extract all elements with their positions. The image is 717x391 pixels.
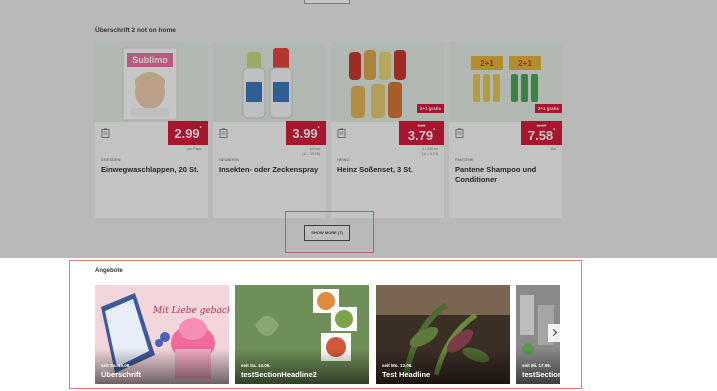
price-value: 2.99 xyxy=(174,126,200,141)
shopping-list-icon[interactable] xyxy=(337,128,346,138)
section-title: Überschrift 2 not on home xyxy=(95,27,176,34)
offer-card-2[interactable]: seit Sa. 14.06. testSectionHeadline2 xyxy=(235,285,369,384)
offer-card-3[interactable]: seit Mo. 13.06. Test Headline xyxy=(376,285,510,384)
washcloth-pack-image: Sublimo xyxy=(122,47,178,121)
price-suffix: * xyxy=(433,128,436,134)
product-card-1[interactable]: Sublimo 2.99* pro Pack. Dresden Einwegwa… xyxy=(95,42,208,218)
price-suffix: * xyxy=(199,126,202,132)
product-name[interactable]: Insekten- oder Zeckenspray xyxy=(219,165,323,175)
price-value: 7.58 xyxy=(527,128,554,143)
price-tag: 5.69 3.79* xyxy=(399,121,444,145)
promo-badge: 2+1 gratis xyxy=(416,104,444,113)
price-note: Set xyxy=(550,147,556,151)
price-tag: 2.99* xyxy=(168,121,208,145)
offer-headline: Test Headline xyxy=(382,370,431,379)
price-note: 100 ml (1l = 39.90) xyxy=(302,147,320,156)
carousel-next-arrow-icon[interactable] xyxy=(548,324,560,342)
product-image[interactable] xyxy=(213,42,326,122)
product-card-3[interactable]: 2+1 gratis 5.69 3.79* 3 x 220 ml (1l = 5.… xyxy=(331,42,444,218)
shopping-list-icon[interactable] xyxy=(455,128,464,138)
offer-date: seit Sa. 16.06. xyxy=(101,363,131,368)
promo-badge: 2+1 gratis xyxy=(534,104,562,113)
offer-date: seit Mo. 13.06. xyxy=(382,363,413,368)
offer-headline: Überschrift xyxy=(101,370,142,379)
shopping-list-icon[interactable] xyxy=(219,128,228,138)
svg-text:Mit Liebe gebacken: Mit Liebe gebacken xyxy=(152,306,229,316)
offer-headline: testSectionHeadline xyxy=(522,370,560,379)
price-tag: 3.99* xyxy=(286,121,326,145)
product-card-4[interactable]: 2+1 2+1 2+1 gratis 11.37 7.58* Set Pante… xyxy=(449,42,562,218)
product-section: Überschrift 2 not on home Sublimo 2.99* … xyxy=(0,0,717,258)
product-name[interactable]: Einwegwaschlappen, 20 St. xyxy=(101,165,205,175)
insect-spray-image xyxy=(242,48,293,119)
product-name[interactable]: Heinz Soßenset, 3 St. xyxy=(337,165,441,175)
product-name[interactable]: Pantene Shampoo und Conditioner xyxy=(455,165,559,185)
price-value: 3.79 xyxy=(407,128,434,143)
show-more-button[interactable]: SHOW MORE (7) xyxy=(304,225,350,241)
product-image[interactable]: Sublimo xyxy=(95,42,208,122)
price-tag: 11.37 7.58* xyxy=(521,121,562,145)
price-note: 3 x 220 ml (1l = 5.74) xyxy=(421,147,438,156)
product-card-2[interactable]: 3.99* 100 ml (1l = 39.90) Neuborn Insekte… xyxy=(213,42,326,218)
shopping-list-icon[interactable] xyxy=(101,128,110,138)
product-brand: Dresden xyxy=(101,157,121,162)
price-note: pro Pack. xyxy=(187,147,202,151)
product-brand: Heinz xyxy=(337,157,349,162)
svg-text:Sublimo: Sublimo xyxy=(132,55,168,65)
offer-card-1[interactable]: Mit Liebe gebacken seit Sa. 16.06. Übers… xyxy=(95,285,229,384)
angebote-title: Angebote xyxy=(95,268,123,274)
price-value: 3.99 xyxy=(292,126,318,141)
price-suffix: * xyxy=(553,128,556,134)
svg-text:2+1: 2+1 xyxy=(518,59,532,68)
product-brand: Pantene xyxy=(455,157,474,162)
svg-text:2+1: 2+1 xyxy=(480,59,494,68)
offer-date: seit Sa. 14.06. xyxy=(241,363,271,368)
offer-headline: testSectionHeadline2 xyxy=(241,370,317,379)
offer-date: seit Mi. 17.06. xyxy=(522,363,552,368)
top-tab[interactable] xyxy=(304,0,350,4)
product-brand: Neuborn xyxy=(219,157,240,162)
price-suffix: * xyxy=(317,126,320,132)
